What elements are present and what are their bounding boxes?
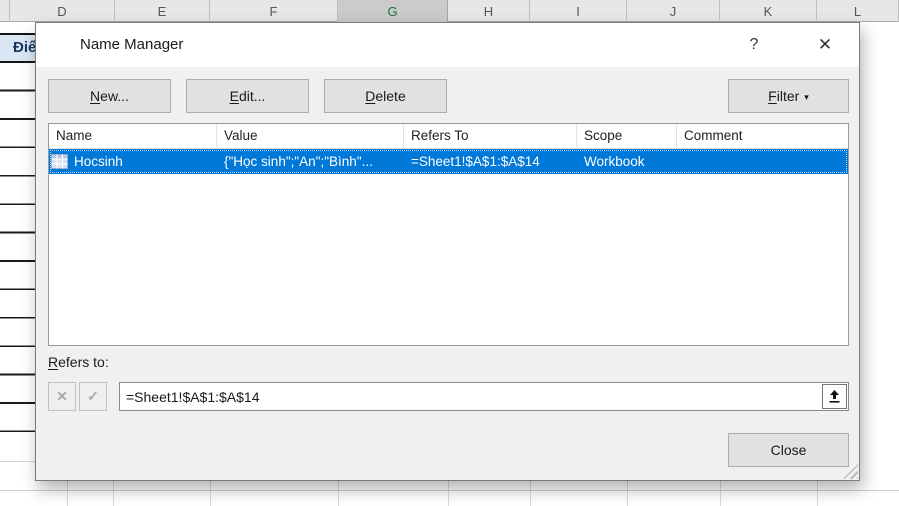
column-header-h[interactable]: H (448, 0, 530, 22)
row-scope-cell: Workbook (584, 154, 645, 169)
edit-button-label: E (229, 88, 239, 104)
column-header-i[interactable]: I (530, 0, 627, 22)
new-button-label-rest: ew... (100, 88, 129, 104)
gridline (817, 481, 818, 506)
sheet-header-cell[interactable]: Điể (0, 33, 35, 63)
gridline (627, 481, 628, 506)
delete-button-label-rest: elete (375, 88, 406, 104)
row-value-cell: {"Học sinh";"An";"Bình"... (224, 154, 373, 169)
row-name-cell: Hocsinh (49, 154, 217, 169)
collapse-dialog-button[interactable] (822, 384, 847, 409)
gridline (0, 461, 35, 462)
cancel-edit-button[interactable]: ✕ (48, 382, 76, 411)
filter-button-label-rest: ilter (776, 88, 800, 104)
close-icon[interactable]: ✕ (810, 23, 840, 67)
gridline (448, 481, 449, 506)
gridline (0, 490, 899, 491)
column-header-g-selected[interactable]: G (338, 0, 448, 22)
column-header-j[interactable]: J (627, 0, 720, 22)
chevron-down-icon: ▾ (804, 91, 809, 102)
column-header-k[interactable]: K (720, 0, 817, 22)
row-name-text: Hocsinh (74, 154, 123, 169)
column-header-spacer (0, 0, 10, 22)
confirm-edit-button[interactable]: ✓ (79, 382, 107, 411)
edit-button-label-rest: dit... (238, 88, 266, 104)
new-button-label: N (90, 88, 101, 104)
filter-button-label: F (768, 88, 777, 104)
header-scope[interactable]: Scope (577, 124, 677, 148)
names-list: Name Value Refers To Scope Comment Hocsi… (48, 123, 849, 346)
filter-button[interactable]: Filter ▾ (728, 79, 849, 113)
sheet-table-rows[interactable] (0, 63, 35, 432)
column-header-row: D E F G H I J K L (0, 0, 899, 22)
column-header-e[interactable]: E (115, 0, 210, 22)
gridline (530, 481, 531, 506)
gridline (67, 481, 68, 506)
column-header-l[interactable]: L (817, 0, 899, 22)
refers-to-input[interactable] (120, 383, 821, 410)
close-button[interactable]: Close (728, 433, 849, 467)
row-refers-cell: =Sheet1!$A$1:$A$14 (411, 154, 540, 169)
header-name[interactable]: Name (49, 124, 217, 148)
column-header-f[interactable]: F (210, 0, 338, 22)
table-icon (51, 154, 68, 169)
gridline (113, 481, 114, 506)
delete-button-label: D (365, 88, 376, 104)
table-row[interactable]: Hocsinh {"Học sinh";"An";"Bình"... =Shee… (49, 149, 848, 174)
column-header-d[interactable]: D (10, 0, 115, 22)
refers-to-label-rest: efers to: (58, 354, 109, 370)
gridline (210, 481, 211, 506)
dialog-titlebar[interactable]: Name Manager ? ✕ (36, 23, 859, 67)
new-button[interactable]: New... (48, 79, 171, 113)
edit-button[interactable]: Edit... (186, 79, 309, 113)
header-value[interactable]: Value (217, 124, 404, 148)
names-list-header: Name Value Refers To Scope Comment (49, 124, 848, 149)
refers-to-label-ak: R (48, 354, 59, 370)
gridline (720, 481, 721, 506)
refers-to-field-wrap (119, 382, 849, 411)
delete-button[interactable]: Delete (324, 79, 447, 113)
header-refers-to[interactable]: Refers To (404, 124, 577, 148)
header-comment[interactable]: Comment (677, 124, 848, 148)
collapse-arrow-icon (829, 390, 840, 403)
name-manager-dialog: Name Manager ? ✕ New... Edit... Delete F… (35, 22, 860, 481)
gridline (338, 481, 339, 506)
excel-window: D E F G H I J K L Điể Name Manager ? ✕ N… (0, 0, 899, 506)
refers-to-label: Refers to: (48, 354, 109, 370)
dialog-title: Name Manager (80, 36, 184, 53)
help-icon[interactable]: ? (742, 23, 766, 67)
